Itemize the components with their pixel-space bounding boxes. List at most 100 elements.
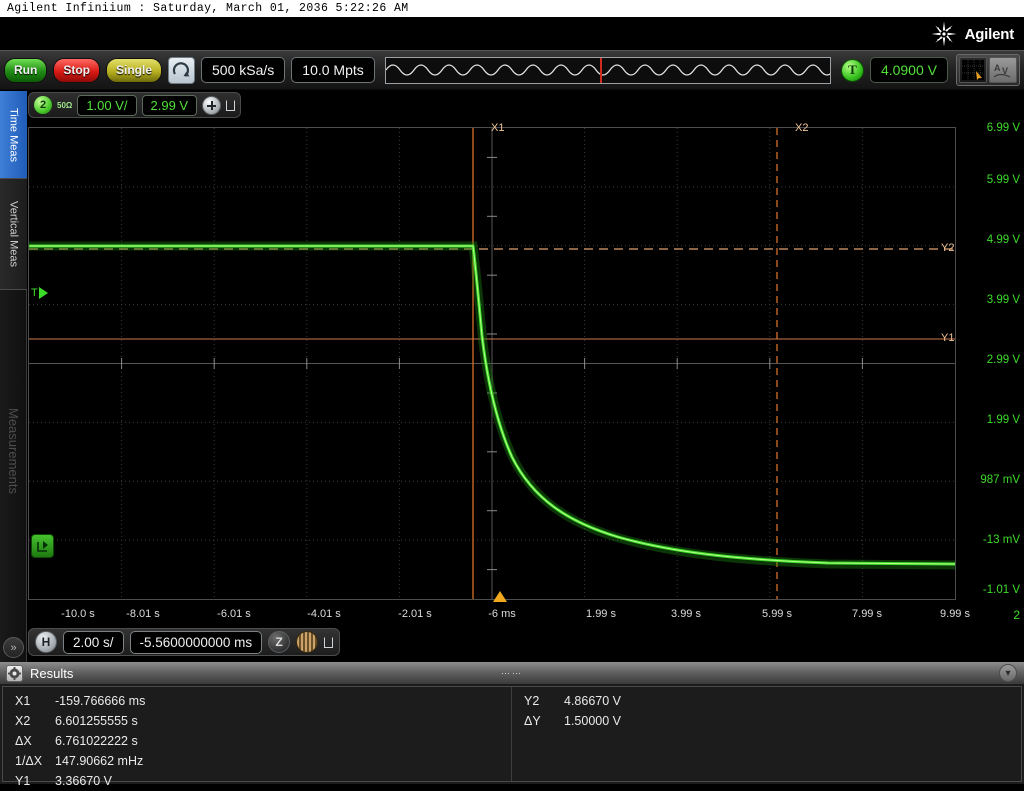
- results-row: ΔY 1.50000 V: [512, 711, 1021, 731]
- x-tick: -2.01 s: [398, 608, 432, 620]
- axis-channel-indicator: 2: [1013, 608, 1020, 622]
- autoscale-arrow-icon[interactable]: [168, 56, 196, 84]
- auto-scale-icon[interactable]: A V: [989, 57, 1017, 83]
- run-button[interactable]: Run: [4, 57, 48, 83]
- results-key: Y1: [15, 774, 31, 788]
- channel-2-toggle[interactable]: 2: [34, 96, 52, 114]
- results-row: Y1 3.36670 V: [3, 771, 511, 791]
- panel-drag-handle[interactable]: ⋯⋯: [501, 668, 523, 679]
- cursor-y1-label[interactable]: Y1: [941, 332, 954, 344]
- results-value: 3.36670 V: [55, 774, 112, 788]
- y-tick: 5.99 V: [986, 174, 1020, 186]
- x-tick: -4.01 s: [307, 608, 341, 620]
- sidebar-item-time-meas[interactable]: Time Meas: [0, 91, 27, 178]
- results-row: Y2 4.86670 V: [512, 691, 1021, 711]
- probe-square-icon[interactable]: [226, 99, 236, 111]
- x-tick: 3.99 s: [671, 608, 701, 620]
- channel-offset-field[interactable]: 2.99 V: [141, 94, 198, 116]
- trigger-arrow-icon: [38, 287, 48, 299]
- horizontal-delay-field[interactable]: -5.5600000000 ms: [129, 630, 263, 654]
- cursor-x1-label[interactable]: X1: [491, 122, 504, 134]
- results-value: 1.50000 V: [564, 714, 621, 728]
- results-row: X1 -159.766666 ms: [3, 691, 511, 711]
- svg-text:A: A: [994, 63, 1001, 73]
- x-tick: -10.0 s: [61, 608, 95, 620]
- y-tick: 1.99 V: [986, 414, 1020, 426]
- agilent-wordmark: Agilent: [964, 25, 1015, 43]
- x-tick: 1.99 s: [586, 608, 616, 620]
- results-right-column: Y2 4.86670 V ΔY 1.50000 V: [512, 687, 1021, 781]
- brand-band: Agilent: [0, 17, 1024, 50]
- time-axis: -10.0 s -8.01 s -6.01 s -4.01 s -2.01 s …: [28, 608, 1024, 626]
- results-value: -159.766666 ms: [55, 694, 146, 708]
- single-button[interactable]: Single: [106, 57, 163, 83]
- horizontal-badge-icon[interactable]: H: [35, 631, 57, 653]
- results-row: 1/ΔX 147.90662 mHz: [3, 751, 511, 771]
- cursor-x2-label[interactable]: X2: [795, 122, 808, 134]
- plus-circle-icon[interactable]: [202, 95, 222, 115]
- x-tick: 5.99 s: [762, 608, 792, 620]
- chevron-right-icon[interactable]: »: [3, 637, 24, 658]
- y-tick: 3.99 V: [986, 294, 1020, 306]
- results-key: ΔY: [524, 714, 541, 728]
- results-value: 6.761022222 s: [55, 734, 138, 748]
- sidebar-group-measurements: Measurements: [6, 408, 21, 494]
- left-sidebar: Time Meas Vertical Meas Measurements »: [0, 91, 27, 670]
- y-tick: -1.01 V: [982, 584, 1020, 596]
- results-key: ΔX: [15, 734, 32, 748]
- window-title-bar: Agilent Infiniium : Saturday, March 01, …: [0, 0, 1024, 17]
- trigger-position-icon[interactable]: [324, 636, 334, 648]
- results-key: 1/ΔX: [15, 754, 43, 768]
- oscilloscope-graticule[interactable]: [28, 127, 956, 600]
- memory-depth-field[interactable]: 10.0 Mpts: [291, 57, 375, 83]
- trigger-badge-icon[interactable]: T: [840, 58, 864, 82]
- results-value: 6.601255555 s: [55, 714, 138, 728]
- volts-per-division-field[interactable]: 1.00 V/: [77, 94, 137, 116]
- results-body: X1 -159.766666 ms X2 6.601255555 s ΔX 6.…: [2, 686, 1022, 788]
- horizontal-timebase-bar: H 2.00 s/ -5.5600000000 ms Z: [28, 628, 341, 656]
- x-tick: -6.01 s: [217, 608, 251, 620]
- trigger-position-marker: [599, 57, 602, 83]
- zoom-z-icon[interactable]: Z: [268, 631, 291, 653]
- y-tick: -13 mV: [982, 534, 1020, 546]
- ground-offset-icon[interactable]: [31, 534, 54, 558]
- results-key: X2: [15, 714, 31, 728]
- trigger-level-marker[interactable]: T: [31, 287, 48, 299]
- results-panel: Results ⋯⋯ ▾ X1 -159.766666 ms X2 6.6012…: [0, 662, 1024, 788]
- trigger-level-marker-label: T: [31, 287, 38, 299]
- agilent-logo: Agilent: [931, 21, 1014, 47]
- y-tick: 6.99 V: [986, 122, 1020, 134]
- toolbar-right-group: A V: [956, 54, 1020, 86]
- stop-button[interactable]: Stop: [53, 57, 100, 83]
- channel-impedance-label: 50Ω: [57, 100, 73, 110]
- results-key: X1: [15, 694, 31, 708]
- time-per-division-field[interactable]: 2.00 s/: [63, 630, 124, 654]
- results-row: X2 6.601255555 s: [3, 711, 511, 731]
- channel-2-control-bar: 2 50Ω 1.00 V/ 2.99 V: [28, 92, 242, 118]
- results-title: Results: [30, 665, 74, 681]
- results-header: Results ⋯⋯ ▾: [0, 662, 1024, 684]
- x-tick: 9.99 s: [940, 608, 970, 620]
- gear-icon[interactable]: [6, 664, 23, 682]
- cursor-y2-label[interactable]: Y2: [941, 242, 954, 254]
- horizontal-knob-icon[interactable]: [296, 631, 319, 653]
- main-toolbar: Run Stop Single 500 kSa/s 10.0 Mpts T 4.…: [0, 50, 1024, 90]
- trigger-position-icon[interactable]: [493, 591, 507, 602]
- x-tick: -6 ms: [488, 608, 516, 620]
- display-grid-icon[interactable]: [959, 57, 987, 83]
- sample-rate-field[interactable]: 500 kSa/s: [201, 57, 286, 83]
- results-value: 4.86670 V: [564, 694, 621, 708]
- voltage-axis: 6.99 V 5.99 V 4.99 V 3.99 V 2.99 V 1.99 …: [960, 118, 1024, 608]
- trigger-level-field[interactable]: 4.0900 V: [869, 57, 948, 83]
- agilent-starburst-icon: [931, 21, 957, 47]
- x-tick: 7.99 s: [852, 608, 882, 620]
- sidebar-item-vertical-meas[interactable]: Vertical Meas: [0, 178, 27, 290]
- y-tick: 2.99 V: [986, 354, 1020, 366]
- y-tick: 4.99 V: [986, 234, 1020, 246]
- collapse-chevron-icon[interactable]: ▾: [999, 664, 1017, 682]
- results-left-column: X1 -159.766666 ms X2 6.601255555 s ΔX 6.…: [3, 687, 512, 788]
- x-tick: -8.01 s: [126, 608, 160, 620]
- waveform-overview-icon[interactable]: [384, 56, 831, 84]
- results-key: Y2: [524, 694, 540, 708]
- y-tick: 987 mV: [980, 474, 1020, 486]
